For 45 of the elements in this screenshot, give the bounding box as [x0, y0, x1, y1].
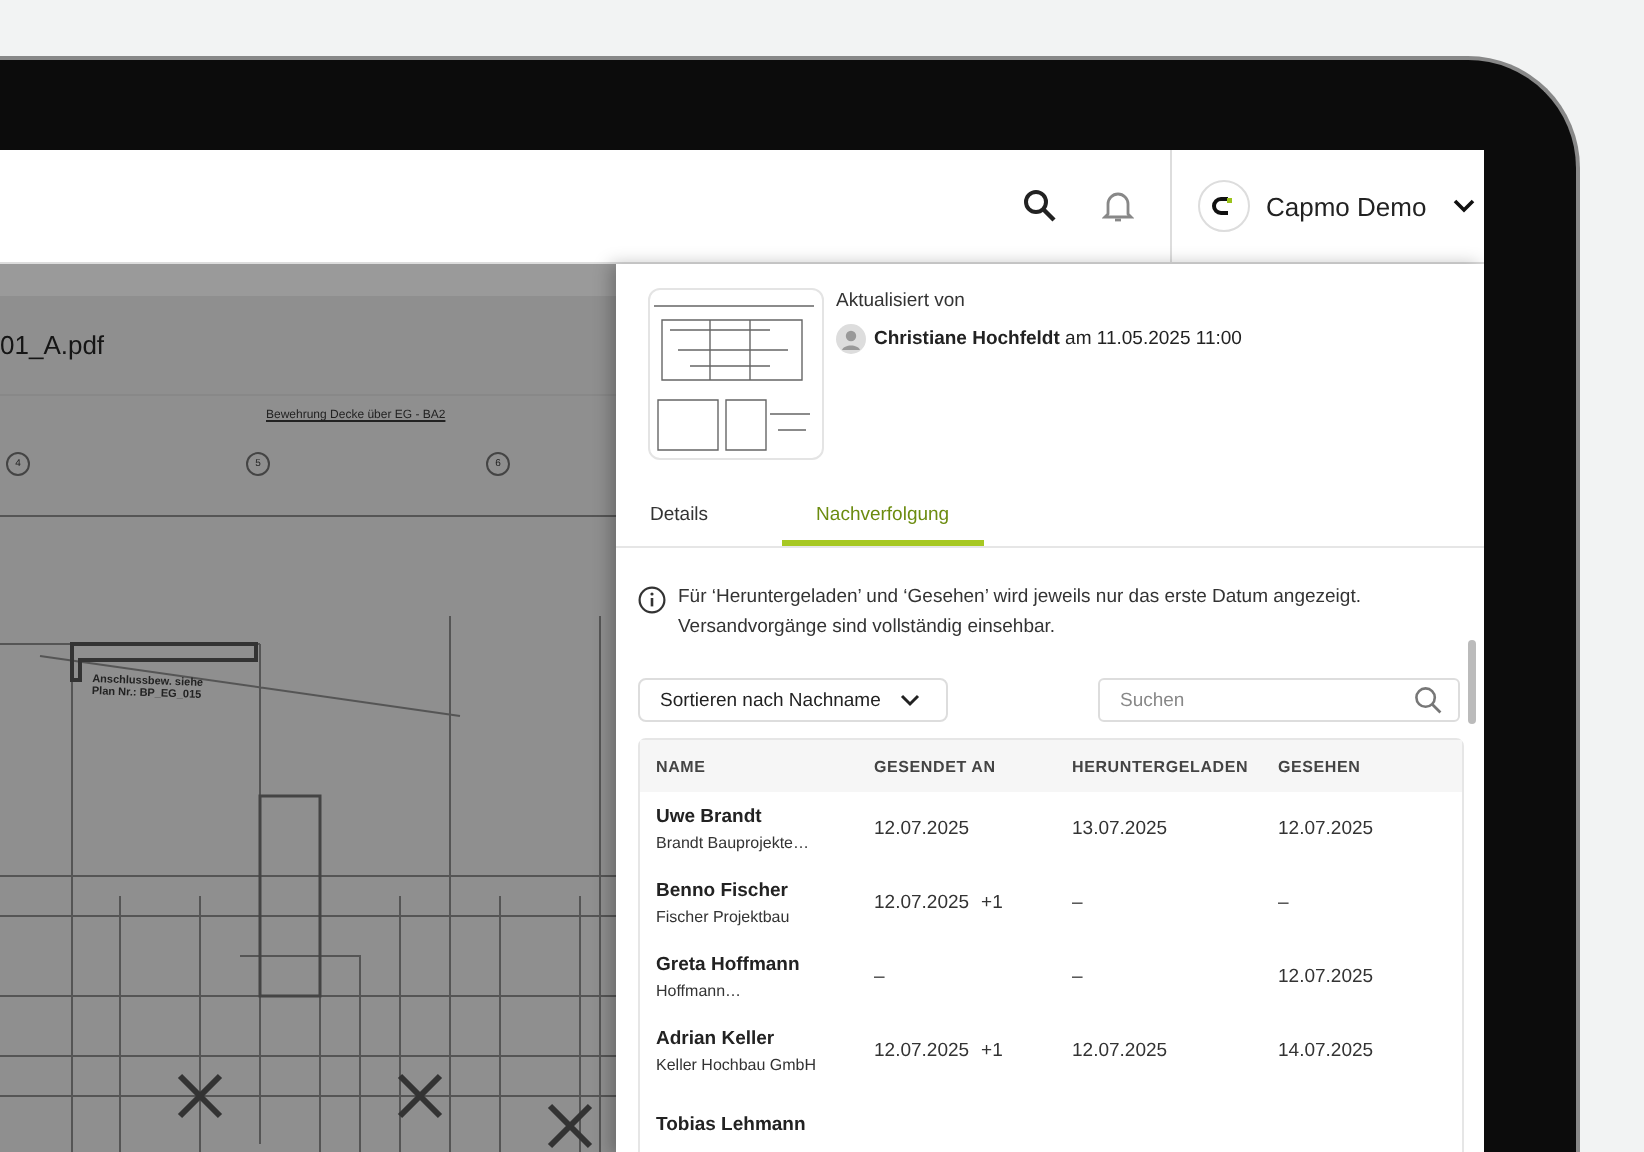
- column-header: HERUNTERGELADEN: [1072, 757, 1251, 776]
- sent-date: 12.07.2025: [874, 1040, 970, 1063]
- more-count: +1: [981, 1040, 1003, 1063]
- column-header: GESEHEN: [1278, 757, 1363, 776]
- seen-date: –: [1278, 892, 1289, 915]
- updated-by-text: Christiane Hochfeldt am 11.05.2025 11:00: [874, 328, 1242, 350]
- search-icon[interactable]: [1022, 188, 1058, 224]
- plan-thumbnail[interactable]: [648, 288, 824, 460]
- recipient-name: Adrian Keller: [656, 1028, 777, 1051]
- recipient-name: Benno Fischer: [656, 880, 790, 903]
- seen-date: 12.07.2025: [1278, 966, 1374, 989]
- search-field[interactable]: Suchen: [1098, 678, 1460, 723]
- seen-date: 14.07.2025: [1278, 1040, 1374, 1063]
- recipient-name: Tobias Lehmann: [656, 1114, 808, 1137]
- column-header: GESENDET AN: [874, 757, 998, 776]
- sort-dropdown[interactable]: Sortieren nach Nachname: [638, 678, 949, 723]
- avatar-icon: [836, 324, 866, 354]
- updated-label: Aktualisiert von: [836, 290, 967, 312]
- more-count: +1: [981, 892, 1003, 915]
- file-name: 01_A.pdf: [0, 330, 105, 360]
- downloaded-date: 12.07.2025: [1072, 1040, 1168, 1063]
- chevron-down-icon: [900, 693, 921, 708]
- recipient-name: Uwe Brandt: [656, 806, 764, 829]
- downloaded-date: 13.07.2025: [1072, 818, 1168, 841]
- company-name: Brandt Bauprojekte…: [656, 834, 811, 853]
- sent-date: 12.07.2025: [874, 892, 970, 915]
- downloaded-date: –: [1072, 892, 1083, 915]
- column-header: NAME: [656, 757, 708, 776]
- downloaded-date: –: [1072, 966, 1083, 989]
- logo-icon: [1198, 180, 1250, 232]
- sent-date: 12.07.2025: [874, 818, 970, 841]
- recipient-name: Greta Hoffmann: [656, 954, 802, 977]
- chevron-down-icon: [1452, 198, 1476, 214]
- info-text: Für ‘Heruntergeladen’ und ‘Gesehen’ wird jeweils nur das erste Datum angezeigt. Versandvorgänge sind vollständig einsehbar.: [678, 584, 1363, 642]
- notification-bell-icon[interactable]: [1102, 188, 1134, 224]
- seen-date: 12.07.2025: [1278, 818, 1374, 841]
- tab[interactable]: Nachverfolgung: [782, 492, 984, 546]
- sent-date: –: [874, 966, 885, 989]
- scrollbar[interactable]: [1468, 640, 1476, 724]
- company-name: Keller Hochbau GmbH: [656, 1056, 819, 1075]
- tab[interactable]: Details: [632, 492, 727, 546]
- company-name: Fischer Projektbau: [656, 908, 792, 927]
- info-icon: [638, 586, 666, 614]
- company-name: Hoffmann…: [656, 982, 744, 1001]
- account-name: Capmo Demo: [1266, 191, 1429, 221]
